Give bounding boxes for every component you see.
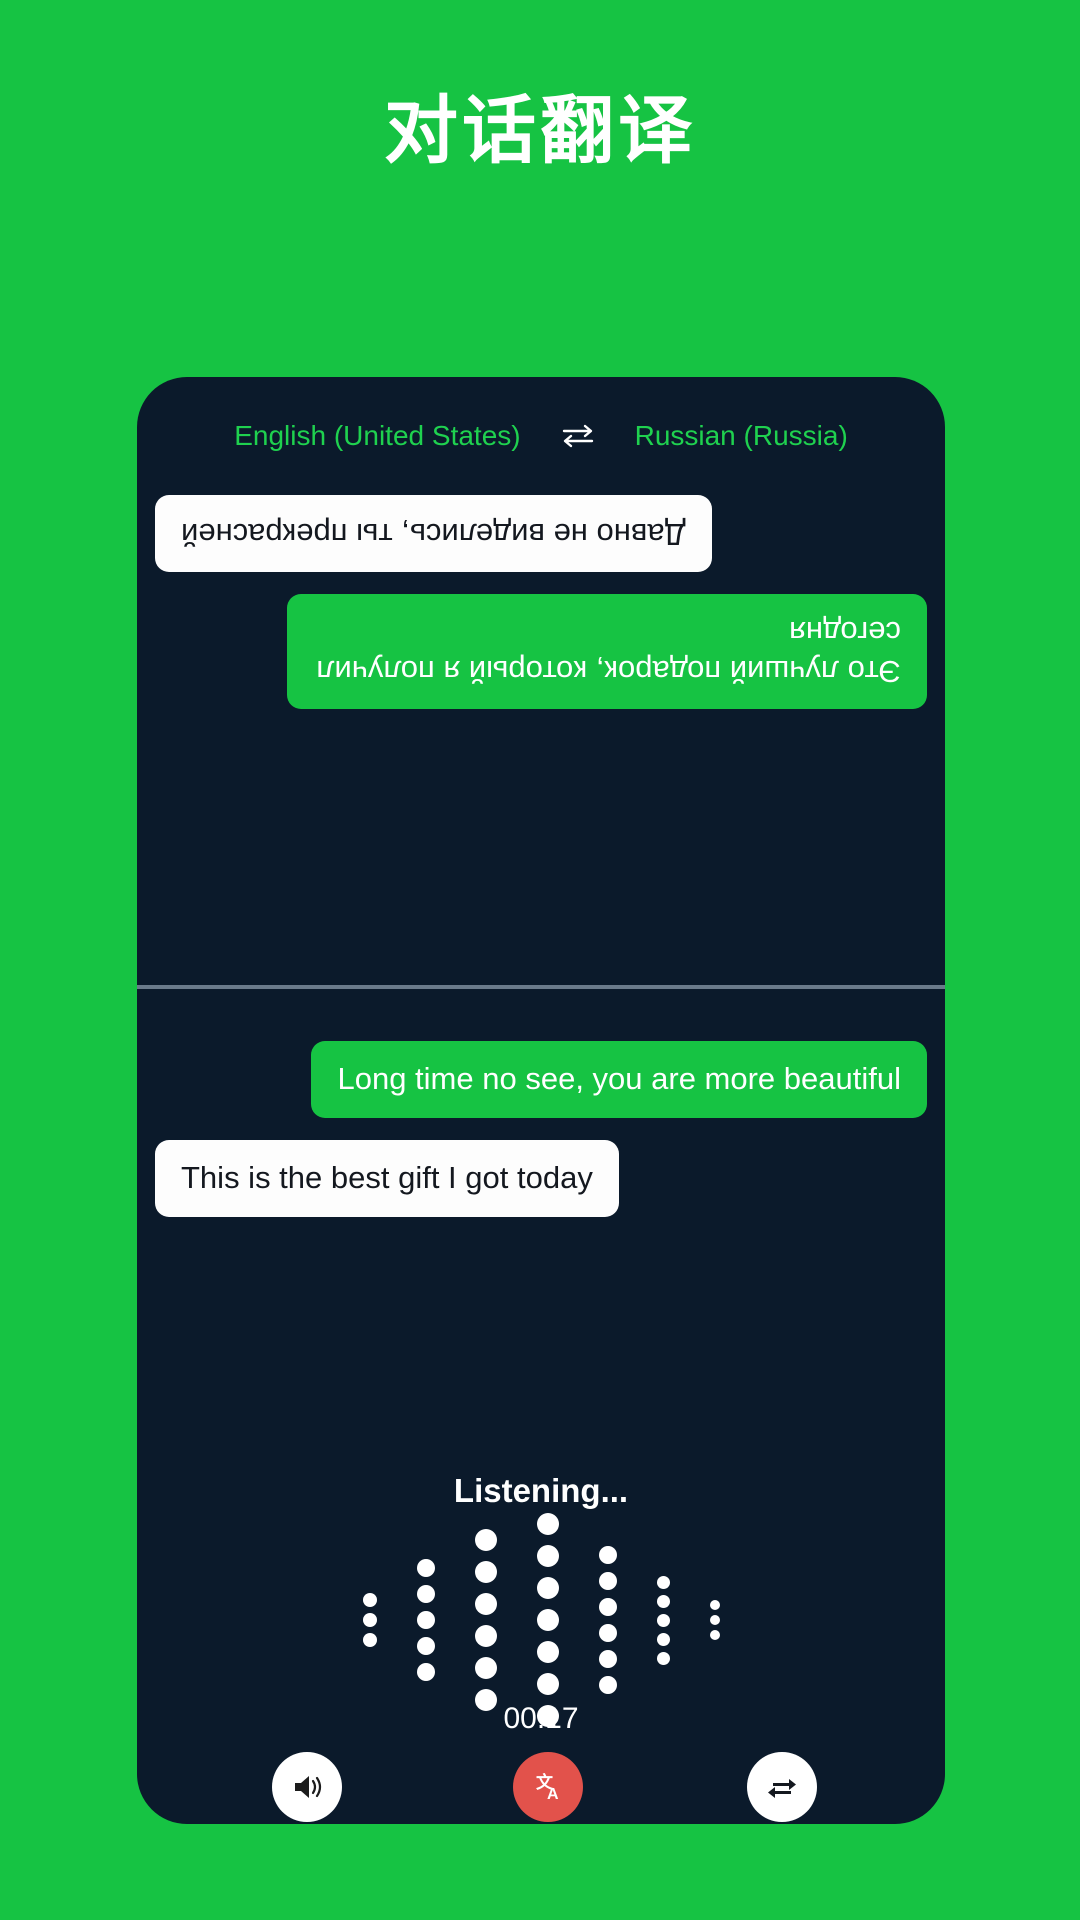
listening-status: Listening... [453, 1472, 629, 1509]
quit-button[interactable]: 文 A Quit [463, 1752, 633, 1824]
language-bar: English (United States) Russian (Russia) [137, 417, 945, 455]
speaker-toggle-button[interactable]: Speaker is on [215, 1752, 398, 1824]
waveform-dot [536, 1673, 559, 1695]
waveform-dot [709, 1600, 720, 1610]
waveform-column [362, 1593, 377, 1647]
waveform-dot [362, 1633, 377, 1647]
translate-icon: 文 A [512, 1752, 583, 1822]
waveform-dot [536, 1577, 559, 1599]
waveform-dot [474, 1625, 497, 1647]
waveform-dot [474, 1529, 497, 1551]
message-bubble: This is the best gift I got today [155, 1139, 619, 1217]
pane-divider [137, 985, 945, 989]
waveform-dot [536, 1641, 559, 1663]
waveform-dot [598, 1598, 617, 1616]
conversation-pane-remote: Это лучший подарок, который я получил се… [137, 473, 945, 984]
conversation-pane-local: Long time no see, you are more beautiful… [137, 1009, 945, 1449]
waveform-dot [598, 1676, 617, 1694]
app-root: 对话翻译 English (United States) Russian (Ru… [0, 0, 1080, 1920]
waveform-column [416, 1559, 435, 1681]
waveform-dot [536, 1513, 559, 1535]
source-language-selector[interactable]: English (United States) [234, 420, 520, 452]
waveform-dot [598, 1572, 617, 1590]
waveform-dot [474, 1593, 497, 1615]
waveform-dot [709, 1630, 720, 1640]
waveform-dot [536, 1609, 559, 1631]
waveform-dot [598, 1546, 617, 1564]
waveform-column [709, 1600, 720, 1640]
recording-timer: 00:17 [503, 1702, 579, 1735]
svg-text:A: A [547, 1786, 559, 1803]
waveform-dot [362, 1593, 377, 1607]
waveform-dot [416, 1663, 435, 1681]
waveform-dot [474, 1657, 497, 1679]
waveform-dot [656, 1651, 670, 1665]
message-bubble: Long time no see, you are more beautiful [311, 1041, 927, 1118]
waveform-column [536, 1513, 559, 1727]
phone-frame: English (United States) Russian (Russia)… [137, 377, 945, 1824]
waveform-dot [536, 1545, 559, 1567]
waveform-column [656, 1575, 670, 1665]
waveform-dot [598, 1624, 617, 1642]
waveform-dot [416, 1637, 435, 1655]
swap-loop-icon [746, 1752, 817, 1822]
bottom-controls: Speaker is on 文 A Quit T [137, 1752, 945, 1824]
waveform-dot [656, 1632, 670, 1646]
waveform-column [474, 1529, 497, 1711]
audio-waveform [137, 1513, 945, 1727]
waveform-column [598, 1546, 617, 1694]
waveform-dot [362, 1613, 377, 1627]
waveform-dot [416, 1611, 435, 1629]
waveform-dot [416, 1585, 435, 1603]
waveform-dot [656, 1594, 670, 1608]
swap-horizontal-icon[interactable] [559, 417, 597, 455]
page-title: 对话翻译 [384, 89, 696, 172]
speaker-on-icon [271, 1752, 342, 1822]
waveform-dot [416, 1559, 435, 1577]
waveform-dot [474, 1561, 497, 1583]
waveform-dot [598, 1650, 617, 1668]
waveform-dot [656, 1613, 670, 1627]
message-bubble: Это лучший подарок, который я получил се… [287, 593, 927, 710]
target-language-selector[interactable]: Russian (Russia) [635, 420, 848, 452]
waveform-dot [656, 1575, 670, 1589]
waveform-dot [709, 1615, 720, 1625]
toggle-button[interactable]: Toggle [697, 1752, 867, 1824]
message-bubble: Давно не виделись, ты прекрасней [155, 495, 712, 572]
